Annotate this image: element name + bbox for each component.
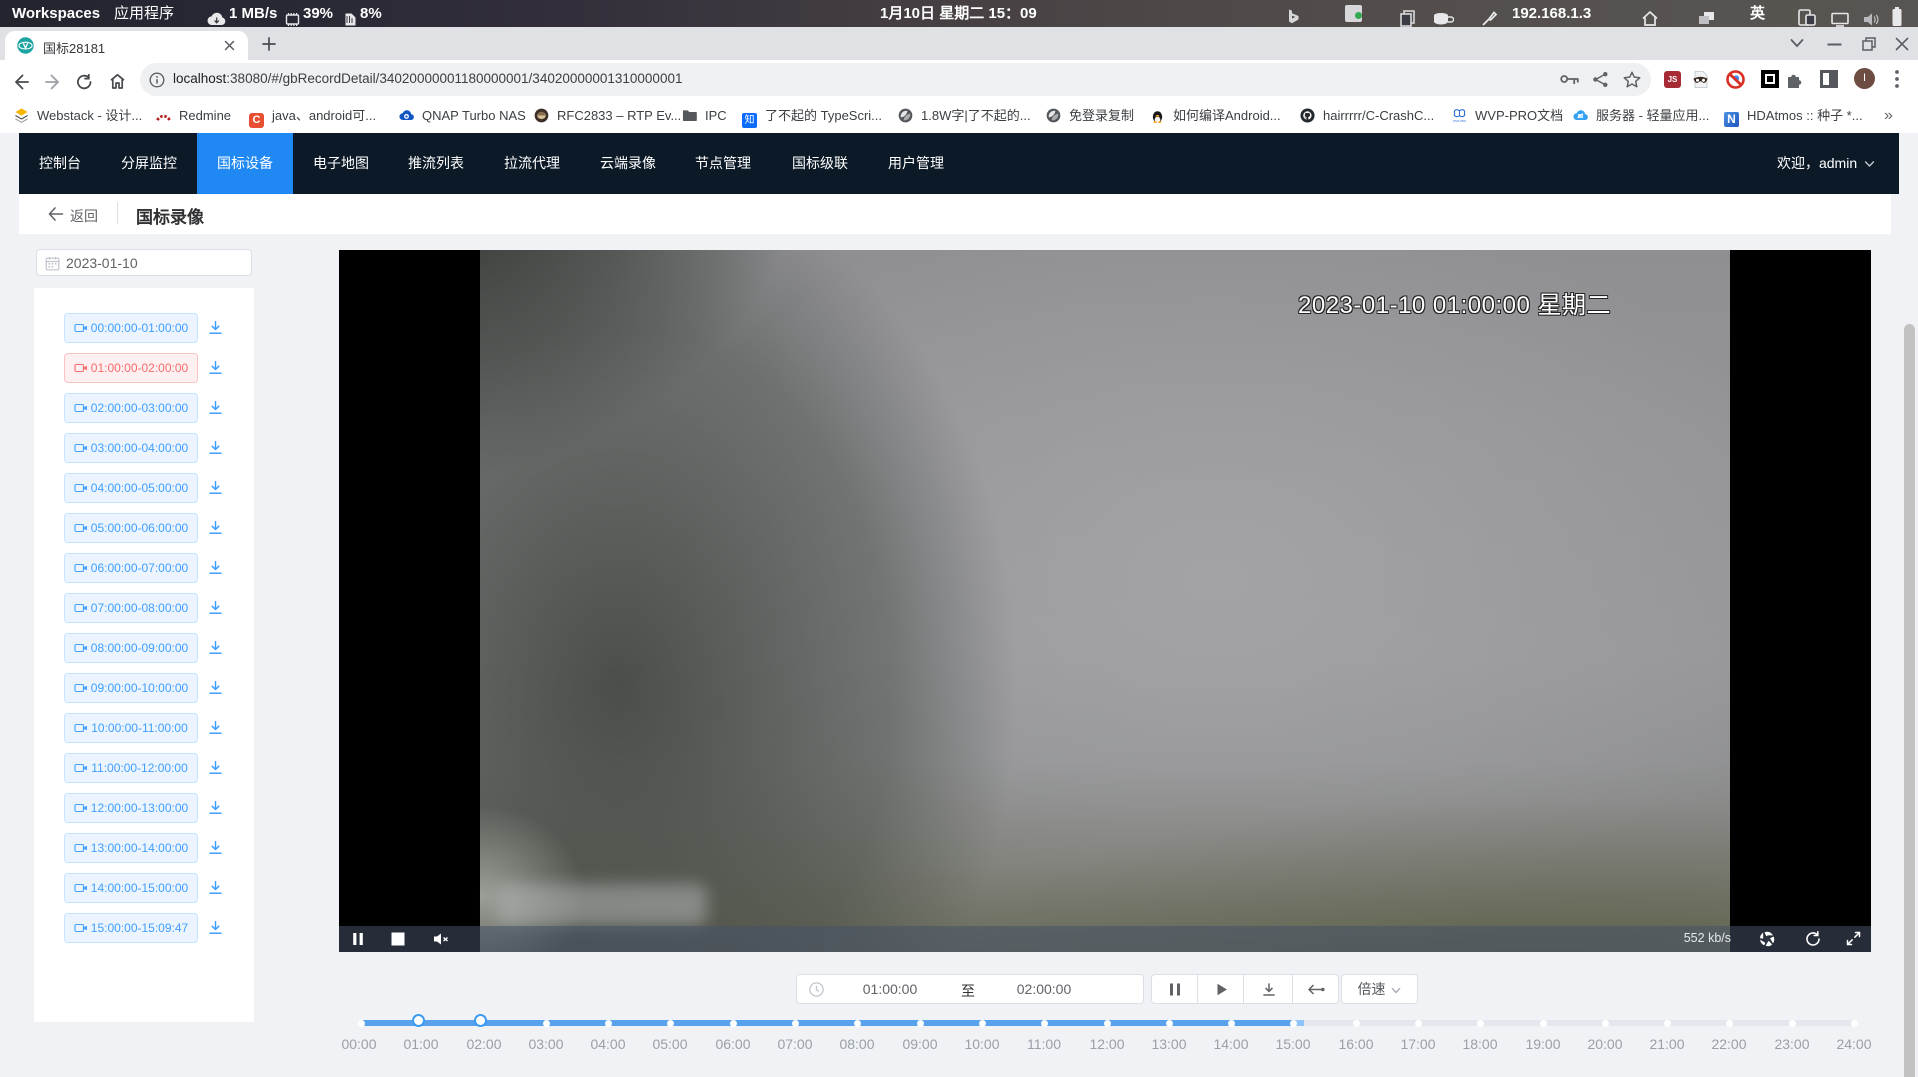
svg-text:WVP-PRO: WVP-PRO — [1453, 119, 1467, 123]
